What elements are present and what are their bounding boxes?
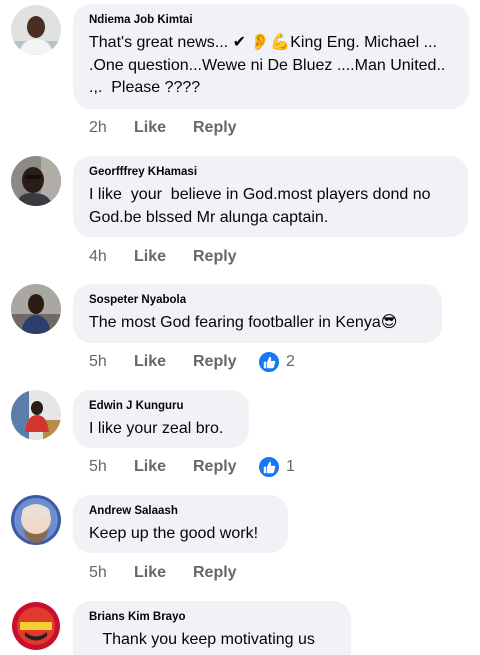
reaction-count: 1: [286, 458, 295, 475]
reply-button[interactable]: Reply: [193, 353, 251, 371]
comment-author[interactable]: Edwin J Kunguru: [89, 399, 233, 413]
comment-time[interactable]: 5h: [89, 458, 134, 476]
comment-bubble: Edwin J Kunguru I like your zeal bro.: [73, 390, 249, 448]
avatar[interactable]: [11, 601, 61, 651]
comment-author[interactable]: Andrew Salaash: [89, 504, 272, 518]
comment-bubble: Sospeter Nyabola The most God fearing fo…: [73, 284, 442, 343]
comment-text: Keep up the good work!: [89, 525, 259, 542]
comment-author[interactable]: Brians Kim Brayo: [89, 610, 335, 624]
comment-time[interactable]: 5h: [89, 353, 134, 371]
avatar[interactable]: [11, 495, 61, 545]
comment-bubble: Georfffrey KHamasi I like your believe i…: [73, 156, 468, 237]
comment-time[interactable]: 2h: [89, 119, 134, 137]
reply-button[interactable]: Reply: [193, 458, 251, 476]
comment-bubble: Ndiema Job Kimtai That's great news... ✔…: [73, 4, 469, 109]
like-button[interactable]: Like: [134, 458, 193, 476]
like-button[interactable]: Like: [134, 353, 193, 371]
reply-button[interactable]: Reply: [193, 119, 251, 137]
like-button[interactable]: Like: [134, 119, 193, 137]
comment-text: I like your believe in God.most players …: [89, 186, 431, 226]
comment-text: The most God fearing footballer in Kenya…: [89, 314, 398, 331]
reaction-summary[interactable]: 2: [257, 350, 295, 374]
reply-button[interactable]: Reply: [193, 248, 251, 266]
comment-author[interactable]: Ndiema Job Kimtai: [89, 13, 453, 27]
comment-bubble: Andrew Salaash Keep up the good work!: [73, 495, 288, 553]
like-reaction-icon: [257, 455, 281, 479]
like-button[interactable]: Like: [134, 248, 193, 266]
comment-actions: 4h Like Reply: [89, 246, 251, 268]
comment-text: Thank you keep motivating us: [89, 631, 315, 648]
avatar[interactable]: [11, 284, 61, 334]
comment-actions: 5h Like Reply: [89, 562, 251, 584]
reaction-count: 2: [286, 353, 295, 370]
comment-bubble: Brians Kim Brayo Thank you keep motivati…: [73, 601, 351, 655]
comment-text: I like your zeal bro.: [89, 420, 224, 437]
reaction-summary[interactable]: 1: [257, 455, 295, 479]
comment-text: That's great news... ✔ 👂💪King Eng. Micha…: [89, 34, 446, 96]
avatar[interactable]: [11, 5, 61, 55]
like-button[interactable]: Like: [134, 564, 193, 582]
comment-actions: 2h Like Reply: [89, 117, 251, 139]
comment-author[interactable]: Georfffrey KHamasi: [89, 165, 452, 179]
comment-author[interactable]: Sospeter Nyabola: [89, 293, 426, 307]
comment-actions: 5h Like Reply 1: [89, 455, 295, 479]
comment-time[interactable]: 5h: [89, 564, 134, 582]
like-reaction-icon: [257, 350, 281, 374]
reply-button[interactable]: Reply: [193, 564, 251, 582]
comment-actions: 5h Like Reply 2: [89, 350, 295, 374]
avatar[interactable]: [11, 156, 61, 206]
comment-time[interactable]: 4h: [89, 248, 134, 266]
avatar[interactable]: [11, 390, 61, 440]
